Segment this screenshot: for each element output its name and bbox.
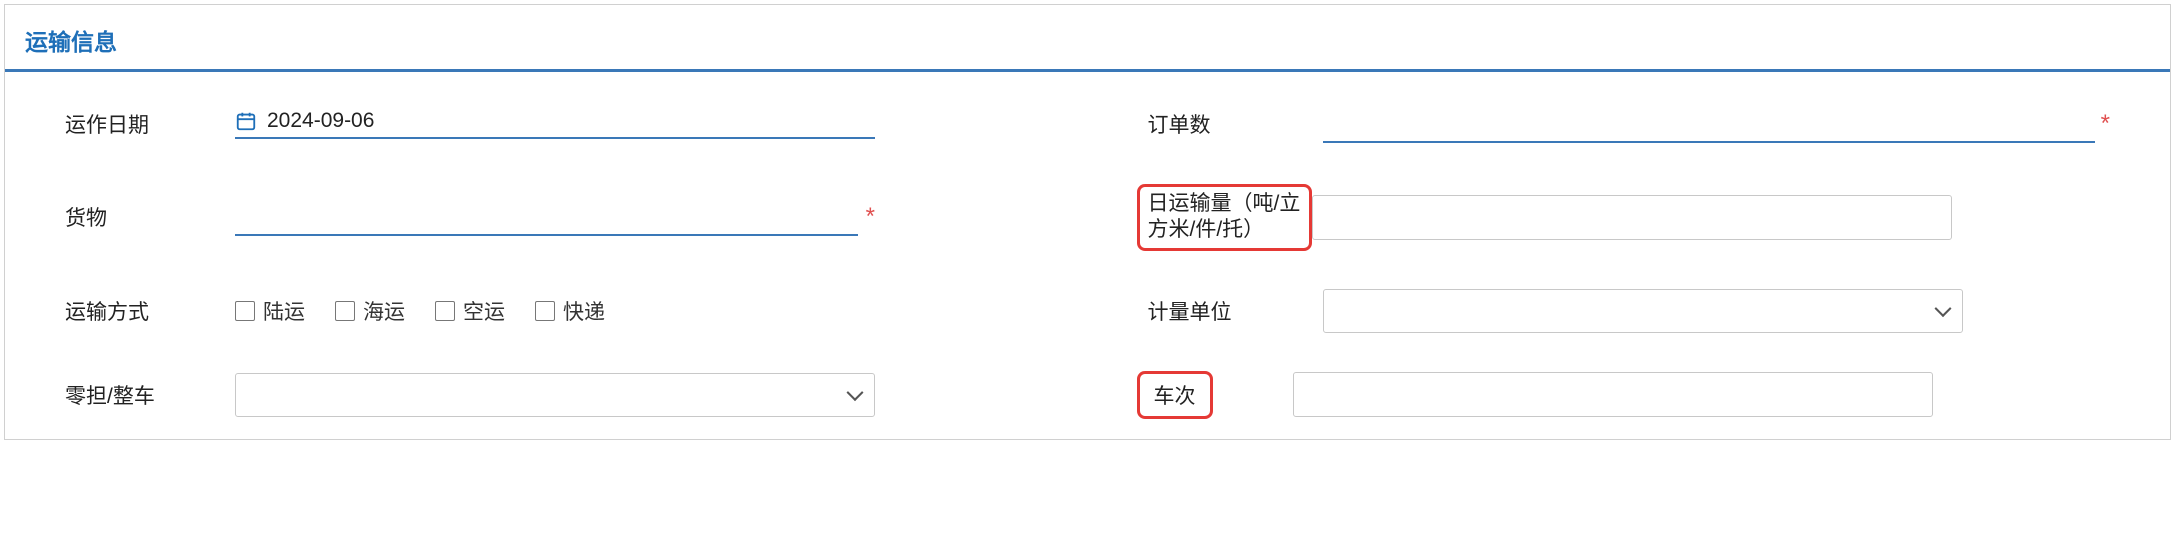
- required-star: *: [2101, 110, 2110, 138]
- transport-mode-sea-checkbox[interactable]: [335, 301, 355, 321]
- row-transport-mode: 运输方式 陆运 海运 空运: [65, 289, 1028, 333]
- transport-info-panel: 运输信息 运作日期 2024-09-06: [4, 4, 2171, 440]
- section-title: 运输信息: [5, 5, 2170, 72]
- row-daily-volume: 日运输量（吨/立方米/件/托）: [1148, 184, 2111, 251]
- transport-mode-air-label: 空运: [463, 296, 505, 326]
- row-order-count: 订单数 *: [1148, 102, 2111, 146]
- row-trips: 车次: [1148, 371, 2111, 419]
- transport-mode-express-label: 快递: [563, 296, 605, 326]
- required-star: *: [866, 203, 875, 231]
- transport-mode-air-checkbox[interactable]: [435, 301, 455, 321]
- unit-select[interactable]: [1323, 289, 1963, 333]
- transport-mode-sea[interactable]: 海运: [335, 296, 405, 326]
- transport-mode-group: 陆运 海运 空运 快递: [235, 296, 605, 326]
- transport-mode-express[interactable]: 快递: [535, 296, 605, 326]
- trips-label: 车次: [1137, 371, 1213, 419]
- cargo-input[interactable]: [235, 198, 858, 236]
- calendar-icon: [235, 110, 257, 132]
- daily-volume-label: 日运输量（吨/立方米/件/托）: [1137, 184, 1312, 251]
- transport-mode-land-label: 陆运: [263, 296, 305, 326]
- transport-mode-air[interactable]: 空运: [435, 296, 505, 326]
- transport-mode-express-checkbox[interactable]: [535, 301, 555, 321]
- operation-date-value: 2024-09-06: [267, 109, 374, 133]
- form-grid: 运作日期 2024-09-06 订单数: [5, 72, 2170, 419]
- row-cargo: 货物 *: [65, 184, 1028, 251]
- row-operation-date: 运作日期 2024-09-06: [65, 102, 1028, 146]
- transport-mode-sea-label: 海运: [363, 296, 405, 326]
- operation-date-label: 运作日期: [65, 109, 235, 139]
- ltl-ftl-select[interactable]: [235, 373, 875, 417]
- cargo-label: 货物: [65, 202, 235, 232]
- row-ltl-ftl: 零担/整车: [65, 371, 1028, 419]
- transport-mode-land-checkbox[interactable]: [235, 301, 255, 321]
- order-count-label: 订单数: [1148, 109, 1323, 139]
- transport-mode-land[interactable]: 陆运: [235, 296, 305, 326]
- order-count-input[interactable]: [1323, 105, 2095, 143]
- transport-mode-label: 运输方式: [65, 296, 235, 326]
- trips-input[interactable]: [1293, 372, 1933, 417]
- row-unit: 计量单位: [1148, 289, 2111, 333]
- operation-date-field[interactable]: 2024-09-06: [235, 109, 875, 139]
- ltl-ftl-label: 零担/整车: [65, 380, 235, 410]
- unit-label: 计量单位: [1148, 296, 1323, 326]
- daily-volume-input[interactable]: [1312, 195, 1952, 240]
